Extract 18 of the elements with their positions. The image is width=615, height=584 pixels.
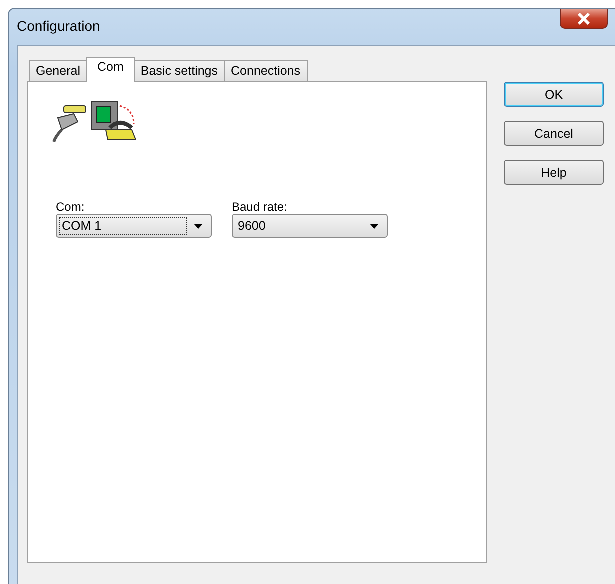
tab[interactable]: Connections (224, 60, 308, 81)
window-title: Configuration (17, 17, 100, 34)
field-label: Baud rate: (232, 200, 288, 214)
close-button[interactable] (560, 9, 608, 29)
tab[interactable]: General (29, 60, 88, 81)
dialog-button[interactable]: Help (504, 160, 604, 185)
dialog-button[interactable]: Cancel (504, 121, 604, 146)
tab[interactable]: Com (86, 57, 135, 82)
dropdown[interactable]: 9600 (232, 214, 388, 238)
field-label: Com: (56, 200, 86, 214)
caret-icon (370, 224, 379, 228)
close-icon (577, 12, 591, 24)
dialog-button[interactable]: OK (504, 82, 604, 107)
dropdown-value: COM 1 (59, 217, 187, 235)
dropdown[interactable]: COM 1 (56, 214, 212, 238)
dropdown-value: 9600 (237, 218, 267, 235)
caret-icon (194, 224, 203, 228)
tab[interactable]: Basic settings (134, 60, 226, 81)
